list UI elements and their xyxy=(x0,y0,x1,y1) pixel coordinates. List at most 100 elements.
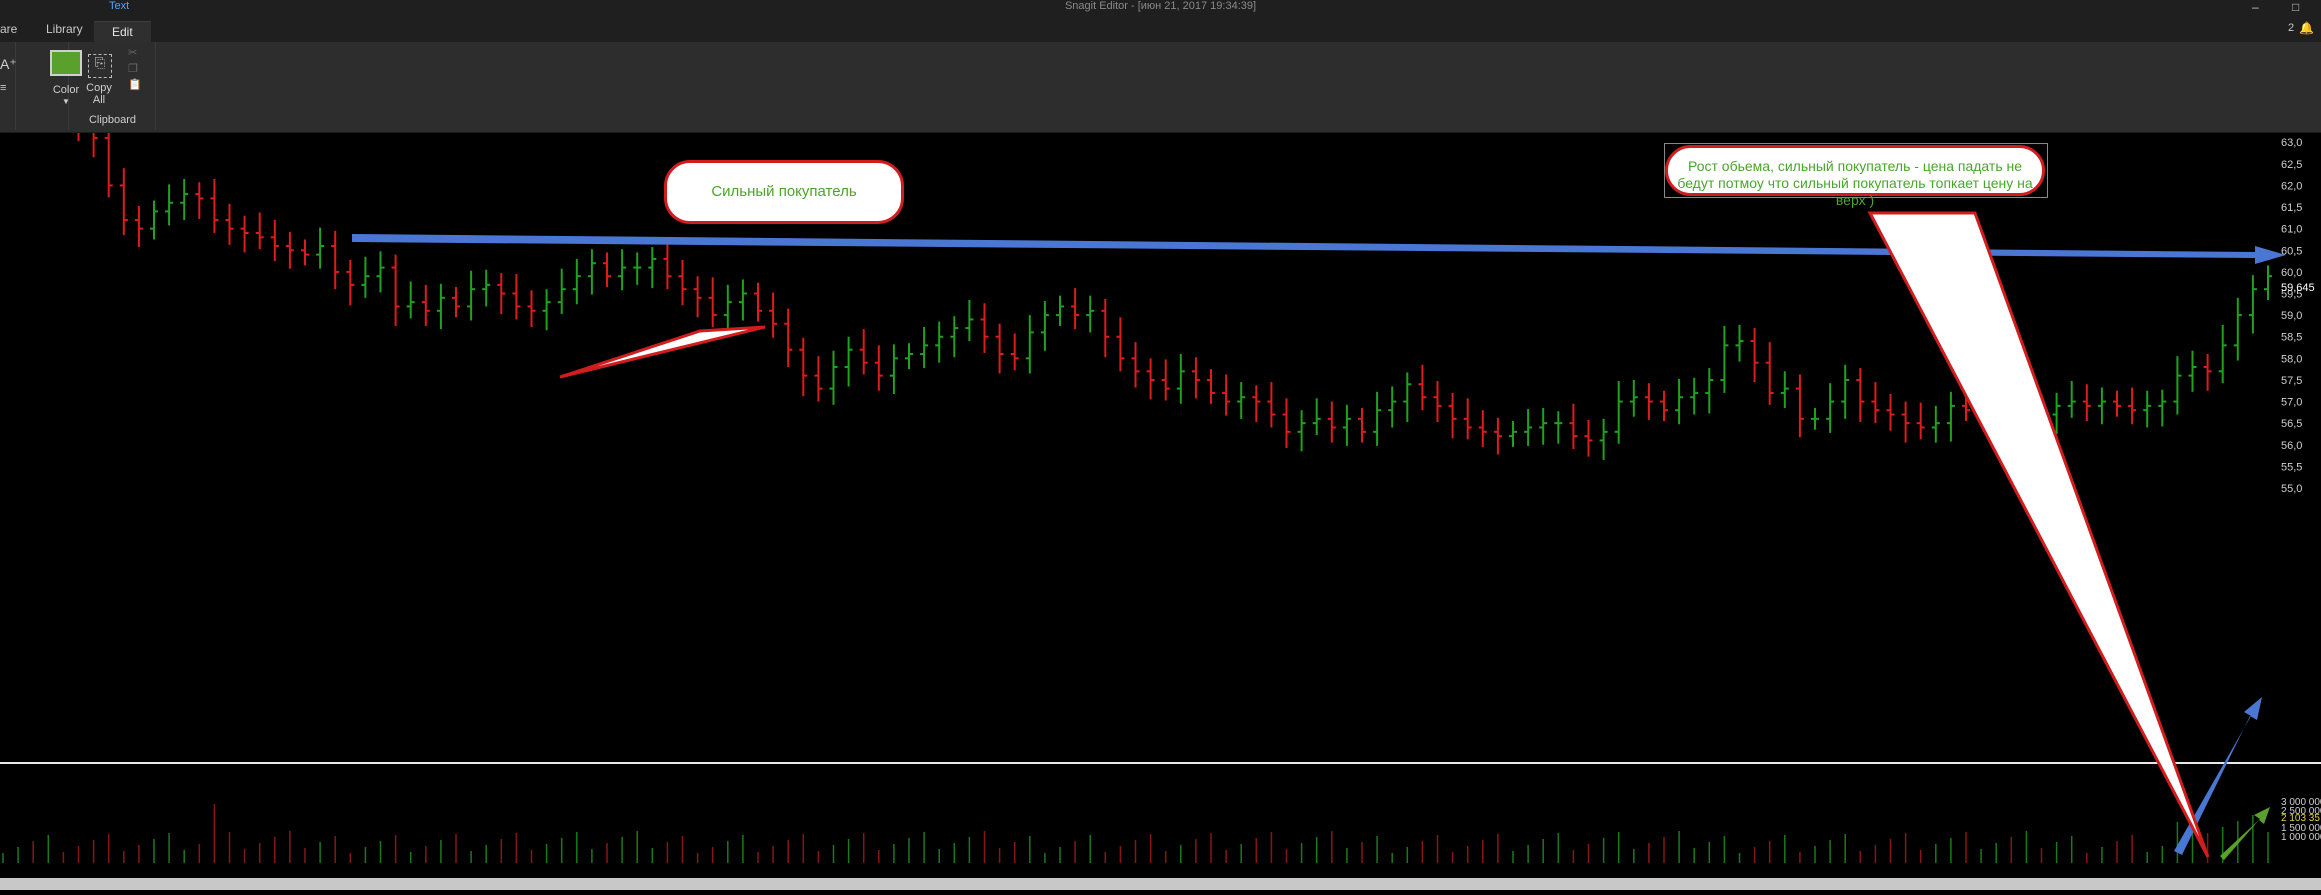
ohlc-bar xyxy=(1524,409,1533,446)
ohlc-bar xyxy=(829,350,838,405)
ohlc-bar xyxy=(1463,398,1472,440)
clipboard-group: ⎘ Copy All ✂ ❐ 📋 Clipboard xyxy=(70,42,156,130)
callout-1-tail xyxy=(559,325,766,379)
callout-volume-growth[interactable]: Рост обьема, сильный покупатель - цена п… xyxy=(1665,145,2045,208)
ohlc-bar xyxy=(1478,410,1487,447)
ohlc-bar xyxy=(467,270,476,321)
ohlc-bar xyxy=(497,272,506,315)
ohlc-bar xyxy=(2082,384,2091,422)
ohlc-bar xyxy=(1705,368,1714,414)
ohlc-bar xyxy=(165,184,174,226)
tab-share[interactable]: are xyxy=(0,22,17,36)
price-axis: 64,063,563,062,562,061,561,060,560,059,5… xyxy=(2281,94,2315,495)
ohlc-bar xyxy=(587,249,596,295)
ohlc-bar xyxy=(693,276,702,318)
copy-icon[interactable]: ❐ xyxy=(128,62,138,75)
ohlc-bar xyxy=(1237,382,1246,419)
font-size-icon[interactable]: A⁺ xyxy=(0,56,17,73)
ohlc-bar xyxy=(1071,288,1080,330)
ohlc-bar xyxy=(225,203,234,245)
ohlc-bar xyxy=(1176,354,1185,404)
copy-all-label-2[interactable]: All xyxy=(82,94,116,106)
price-tick-label: 61,5 xyxy=(2281,202,2302,214)
ohlc-bar xyxy=(2173,356,2182,415)
ohlc-bar xyxy=(723,284,732,331)
context-tab-text[interactable]: Text xyxy=(109,0,129,12)
chart-canvas[interactable]: 64,063,563,062,562,061,561,060,560,059,5… xyxy=(0,84,2321,890)
ohlc-bar xyxy=(452,287,460,318)
ohlc-bar xyxy=(1131,342,1140,388)
ribbon: A⁺ ≡ Color ▼ ⎘ Copy All ✂ ❐ 📋 Clipboard xyxy=(0,42,2321,134)
blue-long-arrow xyxy=(352,234,2286,264)
ohlc-bar xyxy=(2203,354,2212,391)
ohlc-bar xyxy=(1191,357,1200,399)
paste-icon[interactable]: 📋 xyxy=(128,78,142,91)
ohlc-bar xyxy=(754,282,762,322)
ohlc-bar xyxy=(1493,417,1502,455)
price-tick-label: 60,0 xyxy=(2281,267,2302,279)
bell-icon[interactable]: 🔔 xyxy=(2299,21,2314,35)
ohlc-bar xyxy=(2264,265,2272,300)
ohlc-bar xyxy=(889,344,898,394)
ohlc-bar xyxy=(708,277,717,327)
price-tick-label: 63,0 xyxy=(2281,137,2302,149)
copy-all-icon[interactable]: ⎘ xyxy=(88,54,112,78)
ohlc-bar xyxy=(1946,391,1955,442)
ohlc-bar xyxy=(603,252,611,288)
maximize-button[interactable]: □ xyxy=(2292,0,2299,14)
cut-icon[interactable]: ✂ xyxy=(128,46,137,59)
ohlc-bar xyxy=(1856,368,1865,423)
ohlc-bar xyxy=(180,178,189,221)
ohlc-bar xyxy=(346,260,355,306)
tab-edit[interactable]: Edit xyxy=(94,21,151,42)
ohlc-bar xyxy=(995,323,1004,374)
text-format-icon[interactable]: ≡ xyxy=(0,82,6,94)
ohlc-bar xyxy=(769,292,778,338)
ohlc-bar xyxy=(376,251,385,293)
ohlc-bar xyxy=(1388,386,1397,428)
ohlc-bar xyxy=(74,100,83,142)
ohlc-bar xyxy=(255,212,264,250)
ohlc-bar xyxy=(104,117,113,198)
ohlc-bar xyxy=(421,284,430,326)
ohlc-bar xyxy=(2143,390,2152,428)
callout-strong-buyer[interactable]: Сильный покупатель xyxy=(664,160,904,224)
tab-library[interactable]: Library xyxy=(46,22,83,36)
ohlc-bar xyxy=(361,256,370,298)
ohlc-bar xyxy=(2188,350,2197,392)
ohlc-bar xyxy=(436,283,445,330)
ohlc-bar xyxy=(678,260,687,306)
ohlc-bar xyxy=(406,281,415,319)
price-tick-label: 56,5 xyxy=(2281,418,2302,430)
ohlc-bar xyxy=(1901,401,1910,443)
volume-tick-label: 1 000 000 xyxy=(2281,832,2321,843)
ohlc-bar xyxy=(301,239,309,266)
ohlc-bar xyxy=(1765,342,1774,405)
window-title: Snagit Editor - [июн 21, 2017 19:34:39] xyxy=(1064,0,1257,12)
ohlc-bar xyxy=(1312,398,1321,436)
ohlc-bar xyxy=(1720,325,1729,393)
ohlc-bar xyxy=(1569,403,1578,450)
ohlc-bar xyxy=(2067,381,2076,418)
ohlc-bar xyxy=(844,336,853,387)
ohlc-bar xyxy=(1267,382,1276,428)
ohlc-bar xyxy=(270,220,279,262)
ohlc-bar xyxy=(285,231,294,269)
ohlc-bar xyxy=(935,321,944,363)
minimize-button[interactable]: – xyxy=(2252,0,2259,14)
ohlc-bar xyxy=(1161,359,1170,401)
ohlc-bar xyxy=(542,289,551,331)
notification-count: 2 xyxy=(2288,22,2295,34)
clipboard-group-label: Clipboard xyxy=(88,114,137,126)
ohlc-bar xyxy=(240,215,249,253)
copy-all-label-1[interactable]: Copy xyxy=(82,82,116,94)
ohlc-bar xyxy=(1040,301,1049,351)
ohlc-bar xyxy=(1735,324,1744,362)
ohlc-bar xyxy=(648,247,657,289)
ohlc-bar xyxy=(1614,381,1623,444)
ohlc-bar xyxy=(950,316,959,358)
price-tick-label: 55,0 xyxy=(2281,483,2302,495)
ohlc-bar xyxy=(572,258,581,305)
price-tick-label: 58,5 xyxy=(2281,332,2302,344)
ohlc-bar xyxy=(1690,377,1699,415)
